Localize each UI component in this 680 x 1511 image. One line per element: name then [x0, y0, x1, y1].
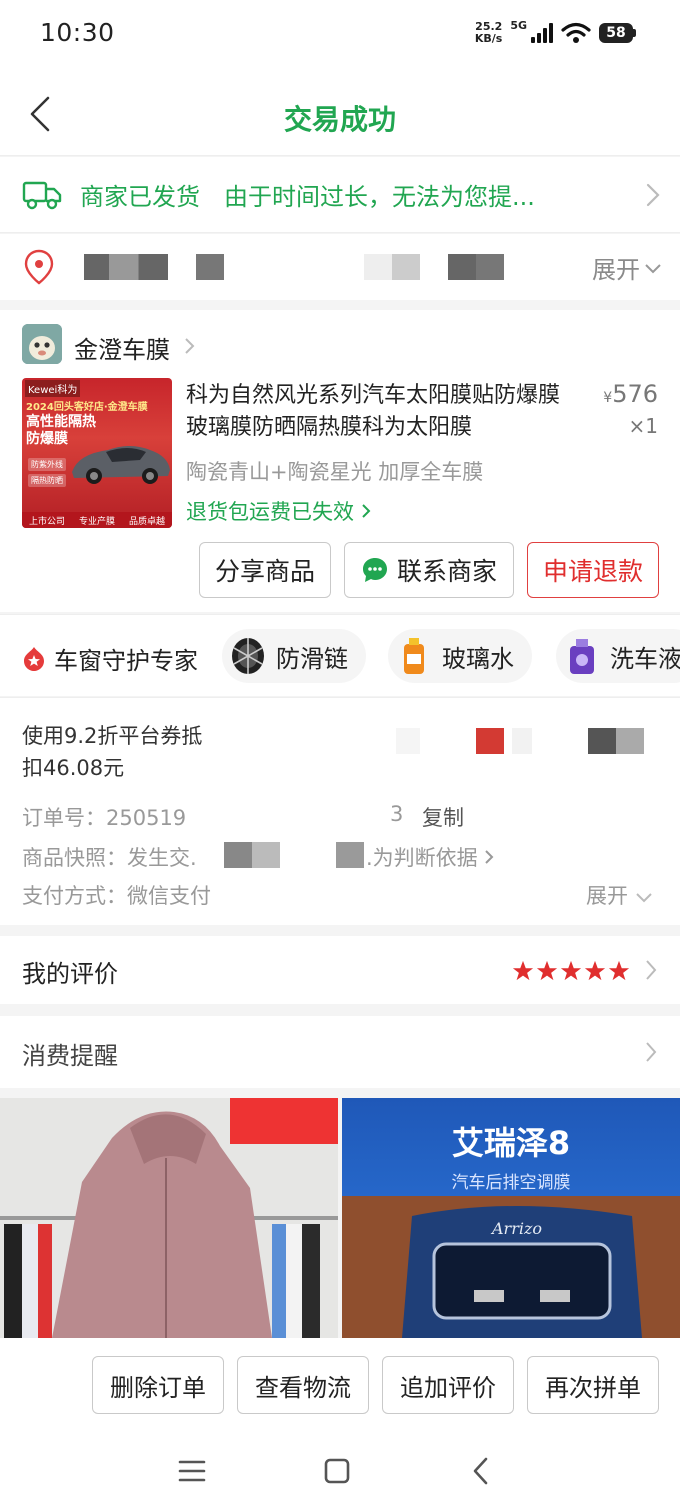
add-review-button[interactable]: 追加评价 [382, 1356, 514, 1414]
coupon-discount: 使用9.2折平台券抵 扣46.08元 [22, 724, 203, 780]
page-title: 交易成功 [283, 103, 396, 136]
jacket-image [0, 1098, 338, 1338]
network-type: 5G [510, 18, 527, 32]
address-row[interactable]: 展开 [0, 234, 680, 300]
menu-icon[interactable] [178, 1458, 206, 1484]
order-detail-page: 10:30 25.2 KB/s 5G 58 交易成功 商家已发货 由于时间过长，… [0, 0, 680, 1511]
product-price: ¥576 [603, 380, 658, 408]
star-icon [608, 960, 630, 981]
washer-fluid-icon [404, 638, 424, 674]
consumer-reminder-row[interactable]: 消费提醒 [0, 1016, 680, 1088]
redacted-block [476, 728, 504, 754]
feed-item-ad[interactable]: 艾瑞泽8 汽车后排空调膜 Arrizo [342, 1098, 680, 1338]
signal-icon [531, 23, 553, 43]
view-logistics-button[interactable]: 查看物流 [237, 1356, 369, 1414]
status-time: 10:30 [40, 18, 115, 47]
chevron-right-icon [361, 504, 371, 518]
page-header: 交易成功 [0, 68, 680, 156]
car-image [72, 446, 170, 484]
redacted-block [336, 842, 364, 868]
address-redacted [448, 254, 504, 280]
snapshot-row[interactable]: 商品快照：发生交. [22, 842, 197, 872]
recommend-chip[interactable]: 防滑链 [222, 629, 366, 683]
home-icon[interactable] [324, 1457, 350, 1485]
product-quantity: ×1 [628, 414, 658, 438]
star-icon [560, 960, 582, 981]
car-wash-liquid-icon [570, 639, 594, 674]
product-card: 金澄车膜 Kewei科为 2024回头客好店·金澄车膜 高性能隔热防爆膜 防紫外… [0, 310, 680, 612]
back-nav-icon[interactable] [470, 1456, 492, 1486]
snow-chain-icon [232, 638, 264, 674]
address-redacted [196, 254, 224, 280]
order-number-tail: 3 [390, 802, 404, 826]
chevron-down-icon [645, 263, 661, 273]
location-pin-icon [24, 249, 54, 285]
chevron-right-icon [485, 850, 494, 864]
logistics-row[interactable]: 商家已发货 由于时间过长，无法为您提... [0, 157, 680, 233]
chevron-right-icon [646, 960, 657, 980]
order-expand-button[interactable]: 展开 [586, 880, 653, 910]
system-nav-bar [0, 1434, 680, 1511]
recommend-feed: 艾瑞泽8 汽车后排空调膜 Arrizo [0, 1098, 680, 1338]
redacted-block [224, 842, 280, 868]
redacted-block [512, 728, 532, 754]
svg-text:Arrizo: Arrizo [490, 1219, 542, 1238]
review-label: 我的评价 [22, 960, 118, 988]
recommend-strip: 车窗守护专家 防滑链 玻璃水 洗车液 [0, 614, 680, 696]
product-title[interactable]: 科为自然风光系列汽车太阳膜贴防爆膜玻璃膜防晒隔热膜科为太阳膜 [186, 380, 576, 444]
shop-avatar[interactable] [22, 324, 62, 364]
copy-order-button[interactable]: 复制 [422, 802, 464, 832]
net-speed: 25.2 KB/s [474, 20, 503, 45]
star-icon [512, 960, 534, 981]
chevron-right-icon [646, 1042, 657, 1062]
reminder-label: 消费提醒 [22, 1042, 118, 1070]
address-redacted [364, 254, 420, 280]
address-expand-button[interactable]: 展开 [592, 250, 662, 285]
chat-icon [362, 558, 387, 582]
star-icon [584, 960, 606, 981]
product-thumbnail[interactable]: Kewei科为 2024回头客好店·金澄车膜 高性能隔热防爆膜 防紫外线 隔热防… [22, 378, 172, 528]
reorder-button[interactable]: 再次拼单 [527, 1356, 659, 1414]
chevron-down-icon [635, 893, 652, 903]
recommend-title[interactable]: 车窗守护专家 [22, 641, 198, 676]
return-shipping-note[interactable]: 退货包运费已失效 [186, 496, 371, 526]
recommend-chip[interactable]: 洗车液 [556, 629, 680, 683]
delete-order-button[interactable]: 删除订单 [92, 1356, 224, 1414]
refund-button[interactable]: 申请退款 [527, 542, 659, 598]
ad-title: 艾瑞泽8 [451, 1124, 571, 1162]
status-bar: 10:30 25.2 KB/s 5G 58 [0, 0, 680, 68]
battery-icon: 58 [599, 23, 636, 43]
feed-item-jacket[interactable] [0, 1098, 338, 1338]
ad-subtitle: 汽车后排空调膜 [451, 1173, 571, 1193]
shop-name[interactable]: 金澄车膜 [74, 330, 170, 365]
contact-merchant-button[interactable]: 联系商家 [344, 542, 514, 598]
bottom-action-bar: 删除订单 查看物流 追加评价 再次拼单 [0, 1338, 680, 1434]
rating-stars [512, 960, 630, 982]
logistics-status: 商家已发货 由于时间过长，无法为您提... [80, 183, 535, 211]
wifi-icon [561, 22, 591, 43]
status-icons: 25.2 KB/s 5G 58 [475, 18, 636, 48]
truck-icon [22, 181, 62, 210]
address-redacted [84, 254, 168, 280]
redacted-block [588, 728, 644, 754]
chevron-right-icon [646, 183, 660, 207]
redacted-block [396, 728, 420, 754]
order-number-row: 订单号：250519 [22, 806, 187, 830]
shield-star-icon [24, 646, 44, 671]
product-spec: 陶瓷青山+陶瓷星光 加厚全车膜 [186, 460, 484, 484]
order-info: 使用9.2折平台券抵 扣46.08元 订单号：250519 3 复制 商品快照：… [0, 697, 680, 925]
share-product-button[interactable]: 分享商品 [199, 542, 331, 598]
payment-row: 支付方式：微信支付 [22, 884, 211, 908]
my-review-row[interactable]: 我的评价 [0, 936, 680, 1004]
chevron-right-icon [185, 338, 195, 354]
snapshot-tail[interactable]: .为判断依据 [366, 842, 494, 872]
car-vent-image: Arrizo [342, 1196, 680, 1338]
star-icon [536, 960, 558, 981]
recommend-chip[interactable]: 玻璃水 [388, 629, 532, 683]
